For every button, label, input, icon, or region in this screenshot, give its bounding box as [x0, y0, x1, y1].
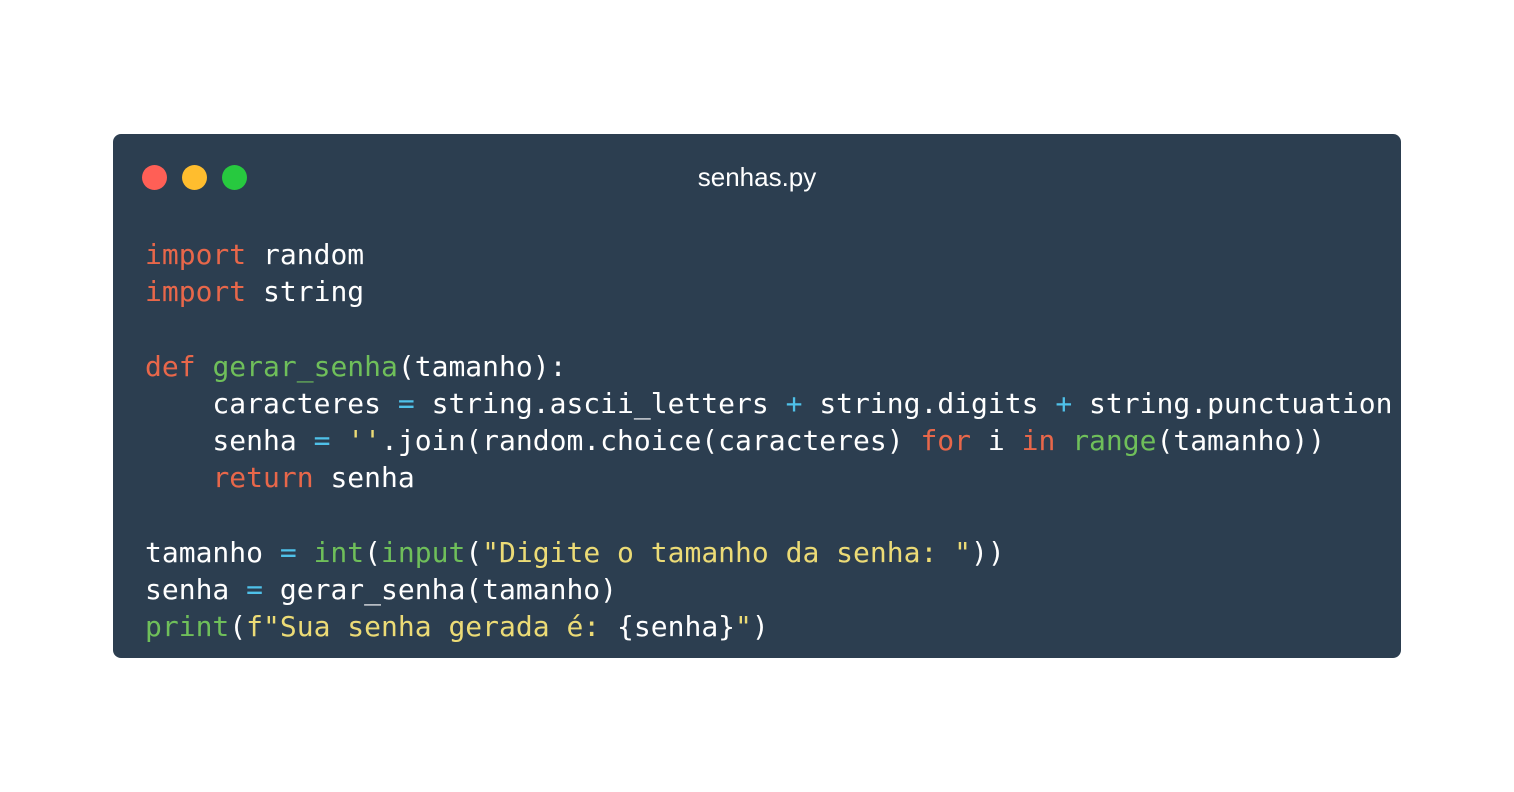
code-token-kw: def — [145, 349, 196, 383]
code-token-kw: import — [145, 238, 247, 271]
code-token-plain: {senha} — [617, 609, 736, 643]
code-token-str: "Digite o tamanho da senha: " — [482, 535, 972, 569]
code-token-fn: input — [381, 535, 466, 569]
code-token-plain: string.punctuation — [1072, 386, 1393, 420]
code-token-plain: gerar_senha(tamanho) — [263, 572, 618, 606]
code-token-fn: gerar_senha — [212, 349, 398, 383]
code-token-plain: tamanho — [145, 535, 280, 569]
code-token-op: = — [279, 535, 297, 569]
code-token-kw: return — [212, 461, 314, 495]
code-block: import random import string def gerar_sen… — [145, 236, 1393, 645]
code-line: def gerar_senha(tamanho): — [145, 348, 1393, 385]
code-token-str: " — [735, 609, 752, 643]
code-token-op: = — [246, 572, 264, 606]
code-token-plain: (tamanho)) — [1156, 423, 1326, 457]
code-token-plain: string.digits — [802, 386, 1056, 420]
code-token-plain: caracteres — [145, 386, 398, 420]
code-token-plain: ( — [229, 609, 247, 643]
code-token-plain: (tamanho): — [397, 349, 567, 383]
code-token-op: = — [313, 423, 331, 457]
code-line: import string — [145, 273, 1393, 310]
code-token-plain: senha — [145, 572, 247, 606]
code-token-op: = — [397, 386, 415, 420]
code-token-plain: senha — [313, 461, 415, 495]
code-token-plain: ) — [751, 609, 769, 643]
window-titlebar: senhas.py — [113, 134, 1401, 222]
code-token-kw: import — [145, 275, 247, 309]
code-token-plain: ( — [364, 535, 382, 569]
code-token-str: '' — [347, 423, 382, 457]
code-token-fn: range — [1072, 423, 1157, 457]
code-line: senha = gerar_senha(tamanho) — [145, 571, 1393, 608]
code-token-kw: in — [1021, 423, 1056, 457]
code-token-str: f"Sua senha gerada é: — [246, 609, 618, 643]
code-token-op: + — [1055, 386, 1073, 420]
code-token-plain: senha — [145, 423, 314, 457]
code-token-plain: i — [971, 423, 1022, 457]
code-line: print(f"Sua senha gerada é: {senha}") — [145, 608, 1393, 645]
code-line: tamanho = int(input("Digite o tamanho da… — [145, 534, 1393, 571]
code-token-op: + — [785, 386, 803, 420]
code-token-plain: string.ascii_letters — [414, 386, 786, 420]
code-token-kw: for — [920, 423, 972, 457]
code-line: import random — [145, 236, 1393, 273]
code-token-fn: int — [313, 535, 365, 569]
code-token-plain: random — [246, 238, 365, 271]
code-token-plain: string — [246, 275, 365, 309]
code-line: return senha — [145, 459, 1393, 496]
code-line: caracteres = string.ascii_letters + stri… — [145, 385, 1393, 422]
code-token-fn: print — [145, 609, 230, 643]
code-line: senha = ''.join(random.choice(caracteres… — [145, 422, 1393, 459]
code-window: senhas.py import random import string def… — [113, 134, 1401, 658]
code-token-plain: ( — [465, 535, 483, 569]
code-token-plain: .join(random.choice(caracteres) — [381, 423, 921, 457]
code-token-plain: )) — [971, 535, 1005, 569]
window-title: senhas.py — [697, 162, 817, 192]
